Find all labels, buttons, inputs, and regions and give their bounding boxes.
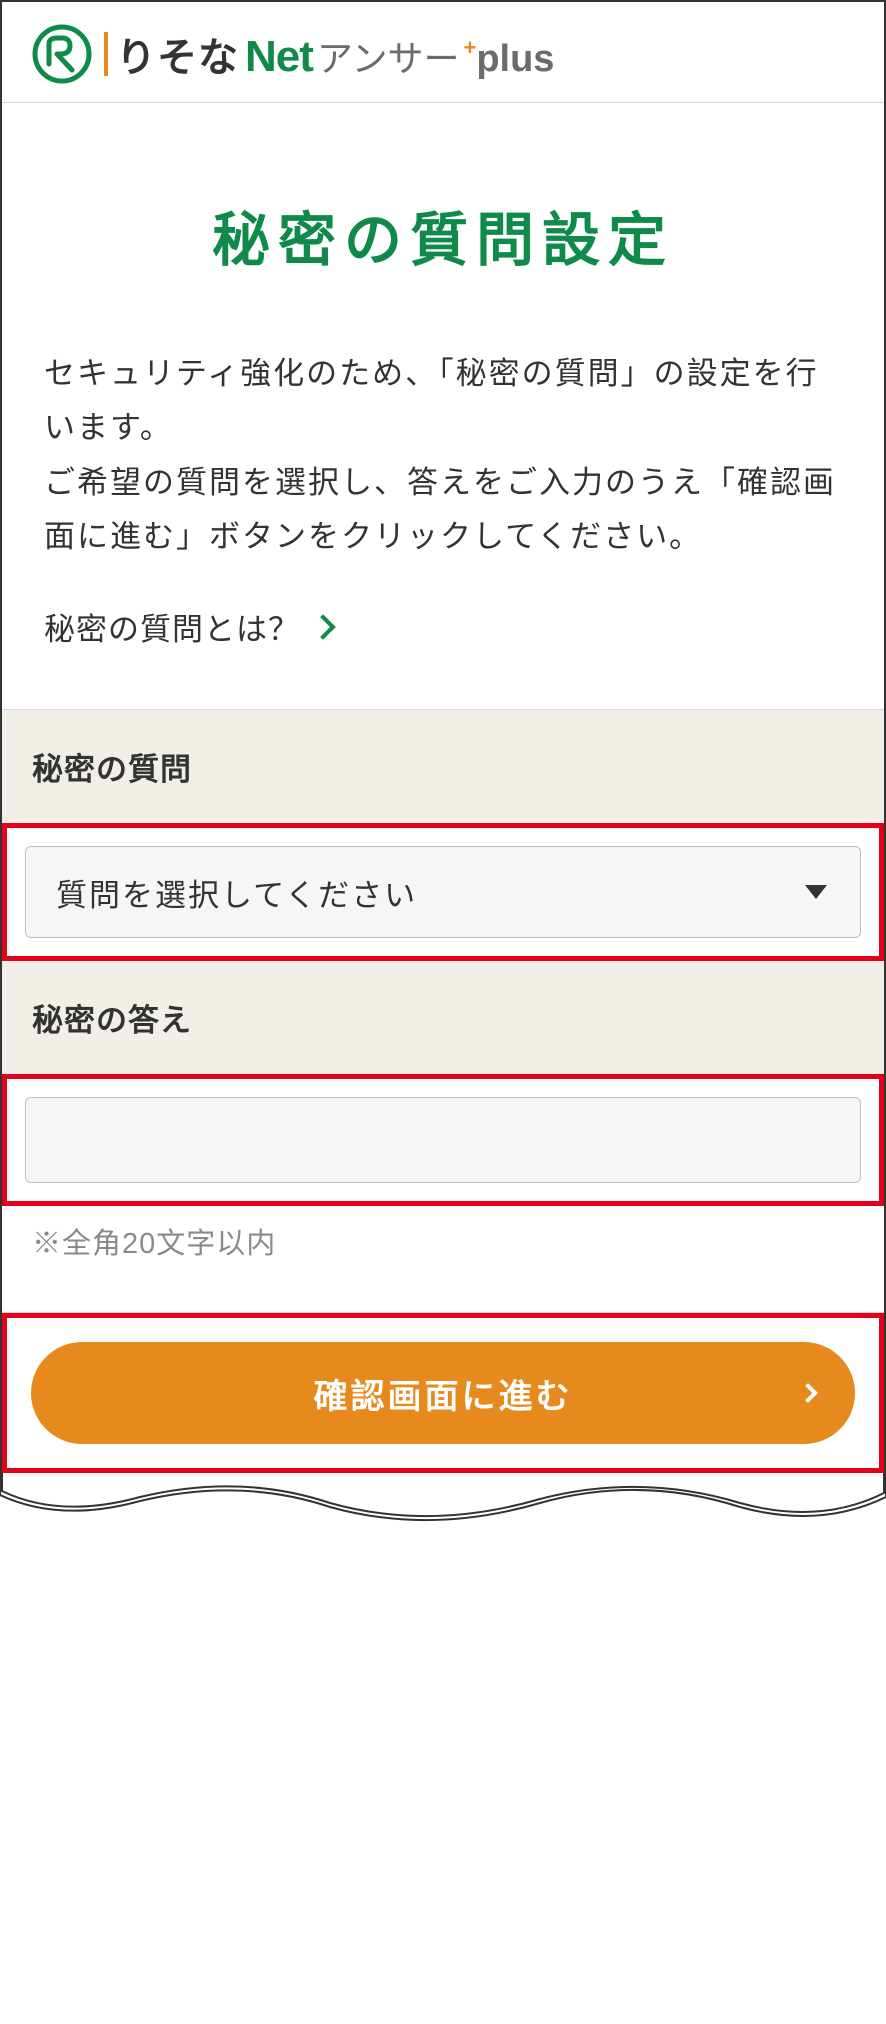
submit-highlight: 確認画面に進む — [2, 1313, 884, 1473]
torn-edge-decoration — [0, 1473, 886, 1533]
submit-button[interactable]: 確認画面に進む — [31, 1342, 855, 1444]
logo-risona: りそな — [116, 25, 239, 83]
intro-text: セキュリティ強化のため、「秘密の質問」の設定を行います。 ご希望の質問を選択し、… — [2, 347, 884, 604]
header: りそな Net アンサー + plus — [2, 2, 884, 103]
help-link-label: 秘密の質問とは？ — [44, 604, 300, 649]
answer-highlight — [2, 1074, 884, 1206]
help-link[interactable]: 秘密の質問とは？ — [2, 604, 884, 709]
chevron-right-icon — [310, 614, 335, 639]
resona-logo-icon — [32, 24, 92, 84]
answer-input[interactable] — [25, 1097, 861, 1183]
answer-label: 秘密の答え — [2, 961, 884, 1074]
question-highlight: 質問を選択してください — [2, 823, 884, 961]
intro-line-2: ご希望の質問を選択し、答えをご入力のうえ「確認画面に進む」ボタンをクリックしてく… — [44, 456, 842, 565]
question-label: 秘密の質問 — [2, 710, 884, 823]
content: 秘密の質問設定 セキュリティ強化のため、「秘密の質問」の設定を行います。 ご希望… — [2, 103, 884, 1473]
chevron-right-icon — [798, 1383, 818, 1403]
logo-text: りそな Net アンサー + plus — [102, 25, 554, 83]
answer-hint: ※全角20文字以内 — [2, 1206, 884, 1302]
question-field: 質問を選択してください — [2, 823, 884, 961]
logo-answer: アンサー — [317, 30, 460, 82]
logo-plus: plus — [476, 38, 554, 81]
answer-field: ※全角20文字以内 — [2, 1074, 884, 1302]
question-select[interactable]: 質問を選択してください — [25, 846, 861, 938]
intro-line-1: セキュリティ強化のため、「秘密の質問」の設定を行います。 — [44, 347, 842, 456]
question-select-wrap: 質問を選択してください — [25, 846, 861, 938]
logo-net: Net — [245, 32, 313, 82]
submit-section: 確認画面に進む — [2, 1313, 884, 1473]
app-frame: りそな Net アンサー + plus 秘密の質問設定 セキュリティ強化のため、… — [0, 0, 886, 1473]
submit-label: 確認画面に進む — [314, 1369, 573, 1418]
page-title: 秘密の質問設定 — [2, 103, 884, 347]
plus-icon: + — [463, 35, 476, 61]
logo-divider — [104, 32, 108, 76]
